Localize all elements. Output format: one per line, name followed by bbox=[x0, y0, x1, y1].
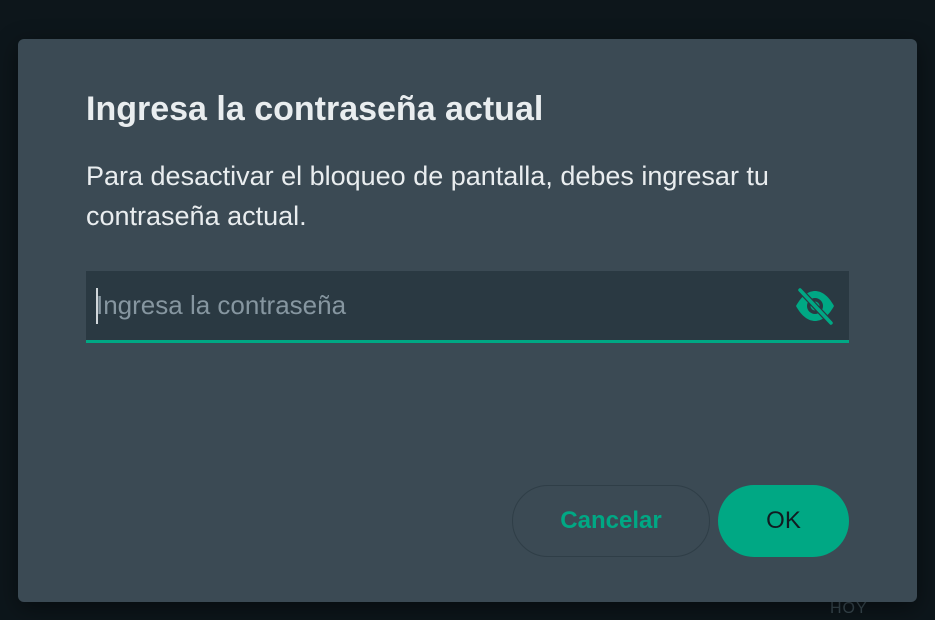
background-date-label: HOY bbox=[830, 600, 868, 617]
dialog-description: Para desactivar el bloqueo de pantalla, … bbox=[86, 161, 769, 231]
password-input[interactable] bbox=[96, 271, 786, 340]
dialog-title: Ingresa la contraseña actual bbox=[86, 90, 544, 128]
password-field bbox=[86, 271, 849, 343]
text-caret bbox=[96, 288, 98, 324]
ok-button[interactable]: OK bbox=[718, 485, 849, 557]
eye-off-icon[interactable] bbox=[793, 287, 837, 326]
password-dialog: Ingresa la contraseña actual Para desact… bbox=[18, 39, 917, 602]
cancel-button[interactable]: Cancelar bbox=[512, 485, 710, 557]
